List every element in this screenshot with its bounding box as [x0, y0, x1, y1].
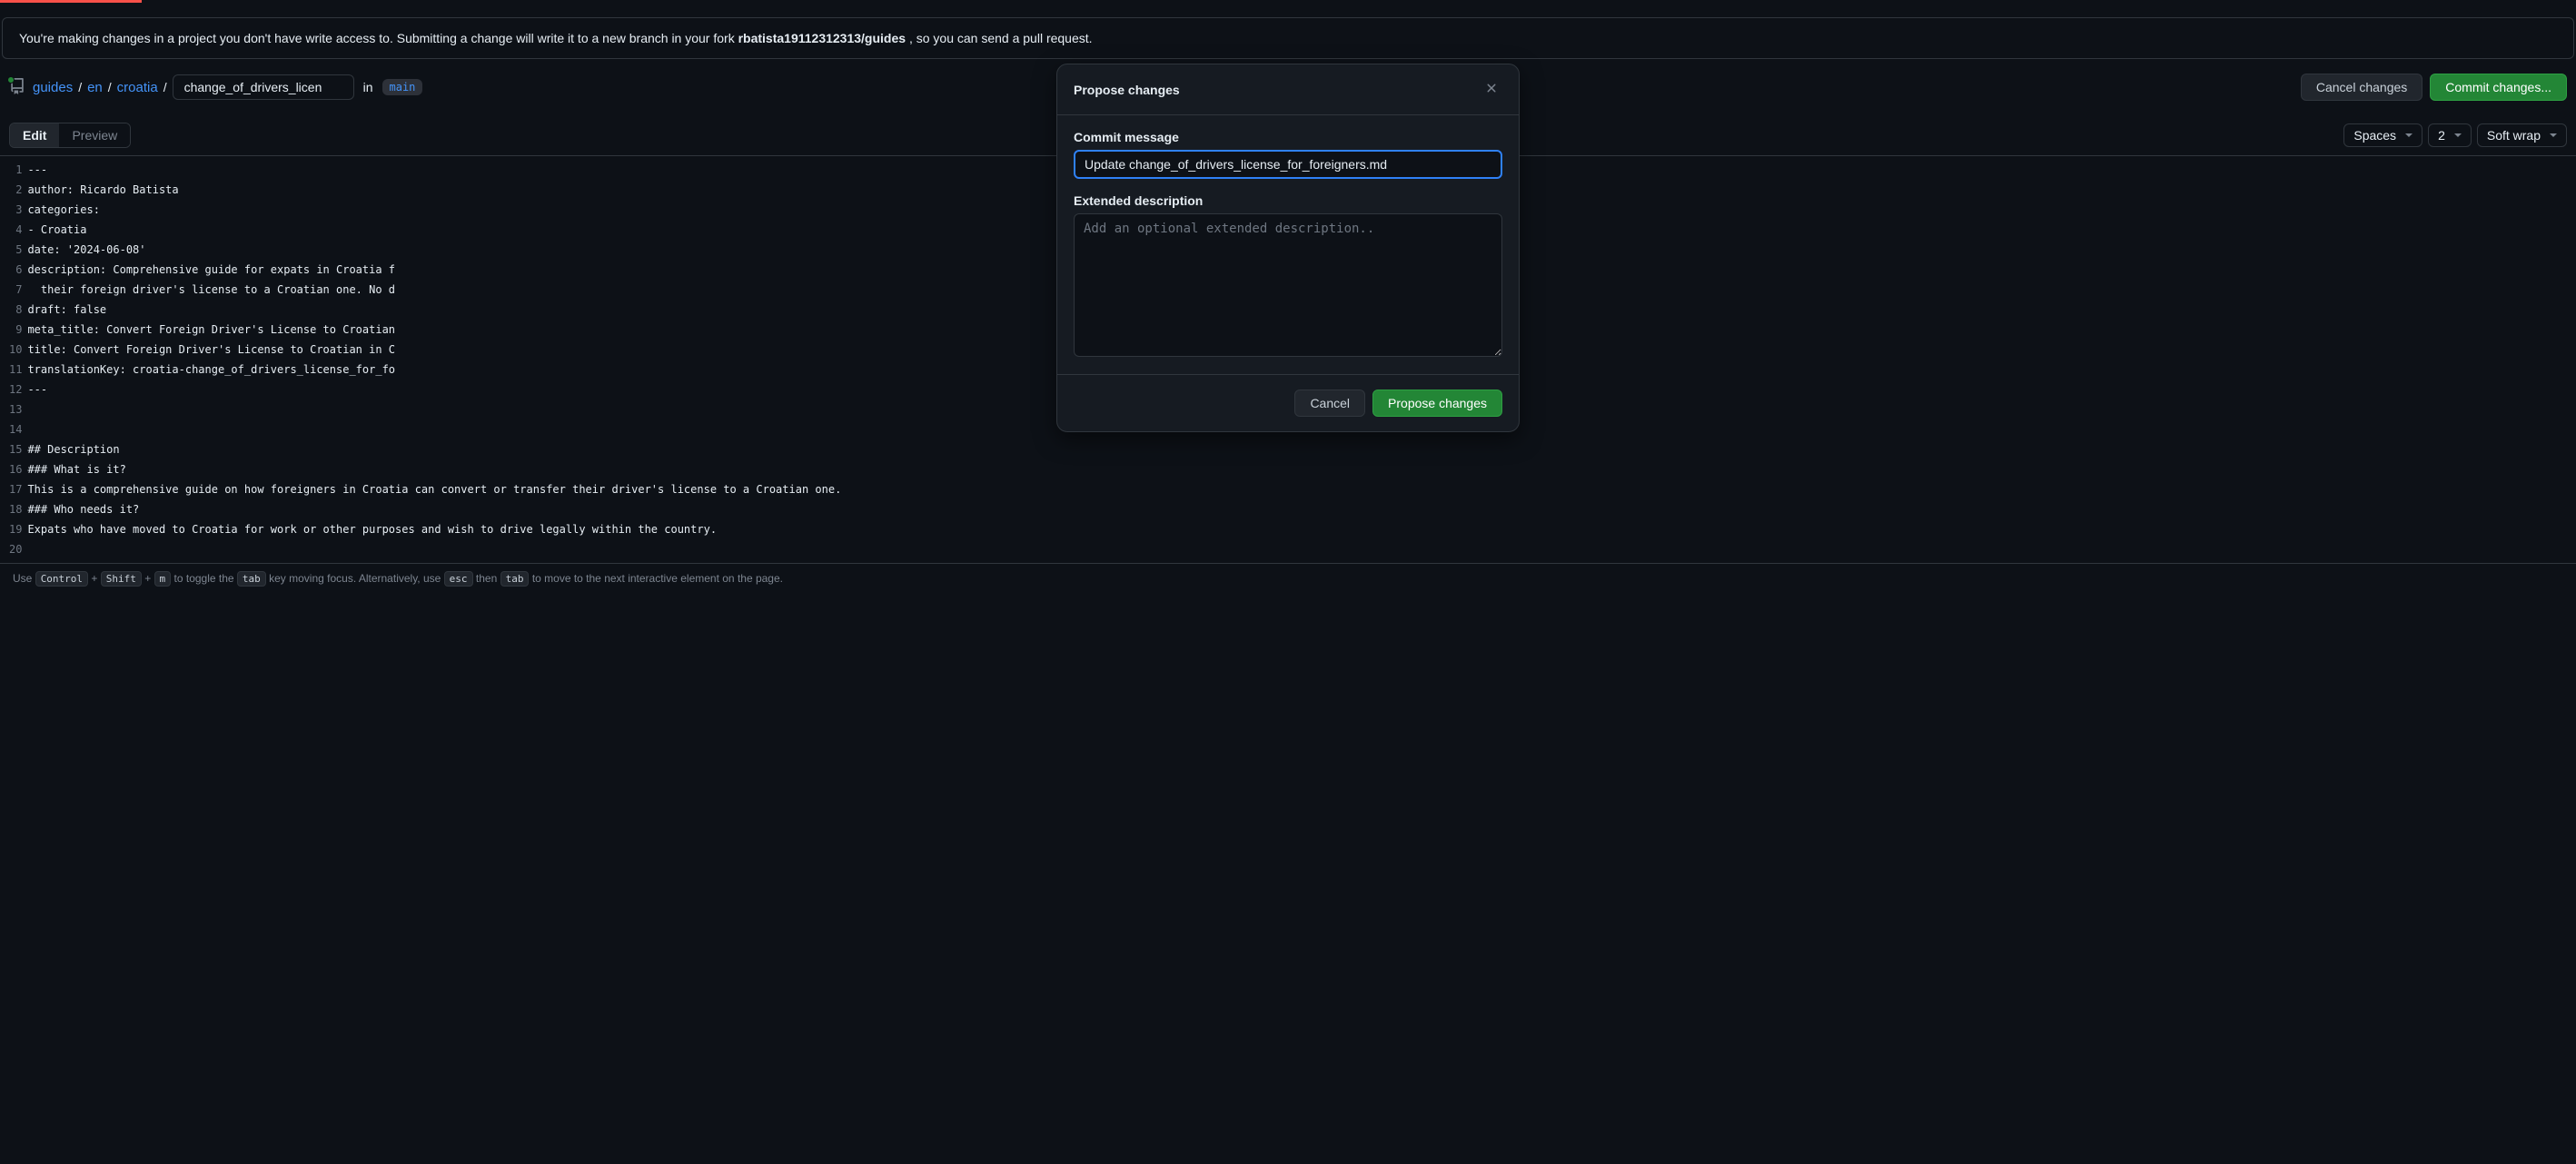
code-line[interactable]: date: '2024-06-08': [27, 240, 841, 260]
breadcrumb-sep: /: [163, 80, 167, 94]
commit-message-label: Commit message: [1074, 130, 1502, 144]
code-line[interactable]: [27, 400, 841, 419]
kbd-tab: tab: [237, 571, 266, 587]
code-line[interactable]: ---: [27, 380, 841, 400]
indent-mode-select[interactable]: Spaces: [2343, 123, 2422, 147]
cancel-button[interactable]: Cancel: [1294, 390, 1365, 417]
editor-tabs: Edit Preview: [9, 123, 131, 148]
line-number: 1: [9, 160, 22, 180]
branch-badge[interactable]: main: [382, 79, 423, 95]
line-number: 14: [9, 419, 22, 439]
kbd-esc: esc: [444, 571, 473, 587]
code-line[interactable]: author: Ricardo Batista: [27, 180, 841, 200]
propose-changes-modal: Propose changes Commit message Extended …: [1056, 64, 1520, 432]
breadcrumb-croatia[interactable]: croatia: [117, 80, 158, 95]
extended-description-textarea[interactable]: [1074, 213, 1502, 357]
code-line[interactable]: draft: false: [27, 300, 841, 320]
modal-header: Propose changes: [1057, 64, 1519, 115]
modal-body: Commit message Extended description: [1057, 115, 1519, 374]
code-line[interactable]: Expats who have moved to Croatia for wor…: [27, 519, 841, 539]
filename-input[interactable]: [173, 74, 354, 100]
code-line[interactable]: ### What is it?: [27, 459, 841, 479]
code-line[interactable]: description: Comprehensive guide for exp…: [27, 260, 841, 280]
notice-suffix: , so you can send a pull request.: [909, 31, 1093, 45]
propose-changes-button[interactable]: Propose changes: [1372, 390, 1502, 417]
cancel-changes-button[interactable]: Cancel changes: [2301, 74, 2422, 101]
line-number: 15: [9, 439, 22, 459]
modal-title: Propose changes: [1074, 83, 1180, 97]
line-number: 10: [9, 340, 22, 360]
code-line[interactable]: their foreign driver's license to a Croa…: [27, 280, 841, 300]
breadcrumb-root[interactable]: guides: [33, 80, 73, 95]
commit-message-input[interactable]: [1074, 150, 1502, 179]
code-line[interactable]: ### Who needs it?: [27, 499, 841, 519]
code-line[interactable]: meta_title: Convert Foreign Driver's Lic…: [27, 320, 841, 340]
code-line[interactable]: translationKey: croatia-change_of_driver…: [27, 360, 841, 380]
code-line[interactable]: This is a comprehensive guide on how for…: [27, 479, 841, 499]
code-line[interactable]: ## Description: [27, 439, 841, 459]
code-line[interactable]: [27, 539, 841, 559]
tab-preview[interactable]: Preview: [59, 123, 130, 147]
line-number: 11: [9, 360, 22, 380]
commit-changes-button[interactable]: Commit changes...: [2430, 74, 2567, 101]
code-line[interactable]: title: Convert Foreign Driver's License …: [27, 340, 841, 360]
line-number: 17: [9, 479, 22, 499]
wrap-mode-select[interactable]: Soft wrap: [2477, 123, 2567, 147]
page-progress-bar: [0, 0, 2576, 3]
line-number: 7: [9, 280, 22, 300]
code-line[interactable]: ---: [27, 160, 841, 180]
unsaved-dot-icon: [7, 76, 15, 84]
kbd-m: m: [154, 571, 172, 587]
modal-footer: Cancel Propose changes: [1057, 374, 1519, 431]
line-number: 8: [9, 300, 22, 320]
line-number: 19: [9, 519, 22, 539]
breadcrumb-en[interactable]: en: [87, 80, 103, 95]
notice-repo: rbatista19112312313/guides: [738, 31, 906, 45]
extended-description-label: Extended description: [1074, 193, 1502, 208]
close-icon: [1484, 81, 1499, 95]
close-button[interactable]: [1481, 77, 1502, 102]
line-gutter: 1234567891011121314151617181920: [0, 156, 27, 563]
kbd-control: Control: [35, 571, 88, 587]
notice-text: You're making changes in a project you d…: [19, 31, 738, 45]
line-number: 20: [9, 539, 22, 559]
line-number: 12: [9, 380, 22, 400]
fork-notice: You're making changes in a project you d…: [2, 17, 2574, 59]
line-number: 18: [9, 499, 22, 519]
line-number: 6: [9, 260, 22, 280]
line-number: 16: [9, 459, 22, 479]
breadcrumb-sep: /: [78, 80, 82, 94]
tab-edit[interactable]: Edit: [10, 123, 59, 147]
line-number: 4: [9, 220, 22, 240]
code-line[interactable]: [27, 419, 841, 439]
line-number: 2: [9, 180, 22, 200]
line-number: 9: [9, 320, 22, 340]
repo-icon: [9, 78, 27, 96]
breadcrumb-sep: /: [108, 80, 112, 94]
code-line[interactable]: - Croatia: [27, 220, 841, 240]
in-label: in: [363, 80, 373, 94]
code-content[interactable]: ---author: Ricardo Batistacategories:- C…: [27, 156, 841, 563]
line-number: 13: [9, 400, 22, 419]
kbd-tab: tab: [500, 571, 530, 587]
keyboard-hint: Use Control + Shift + m to toggle the ta…: [0, 563, 2576, 594]
kbd-shift: Shift: [101, 571, 142, 587]
line-number: 5: [9, 240, 22, 260]
code-line[interactable]: categories:: [27, 200, 841, 220]
indent-size-select[interactable]: 2: [2428, 123, 2472, 147]
line-number: 3: [9, 200, 22, 220]
